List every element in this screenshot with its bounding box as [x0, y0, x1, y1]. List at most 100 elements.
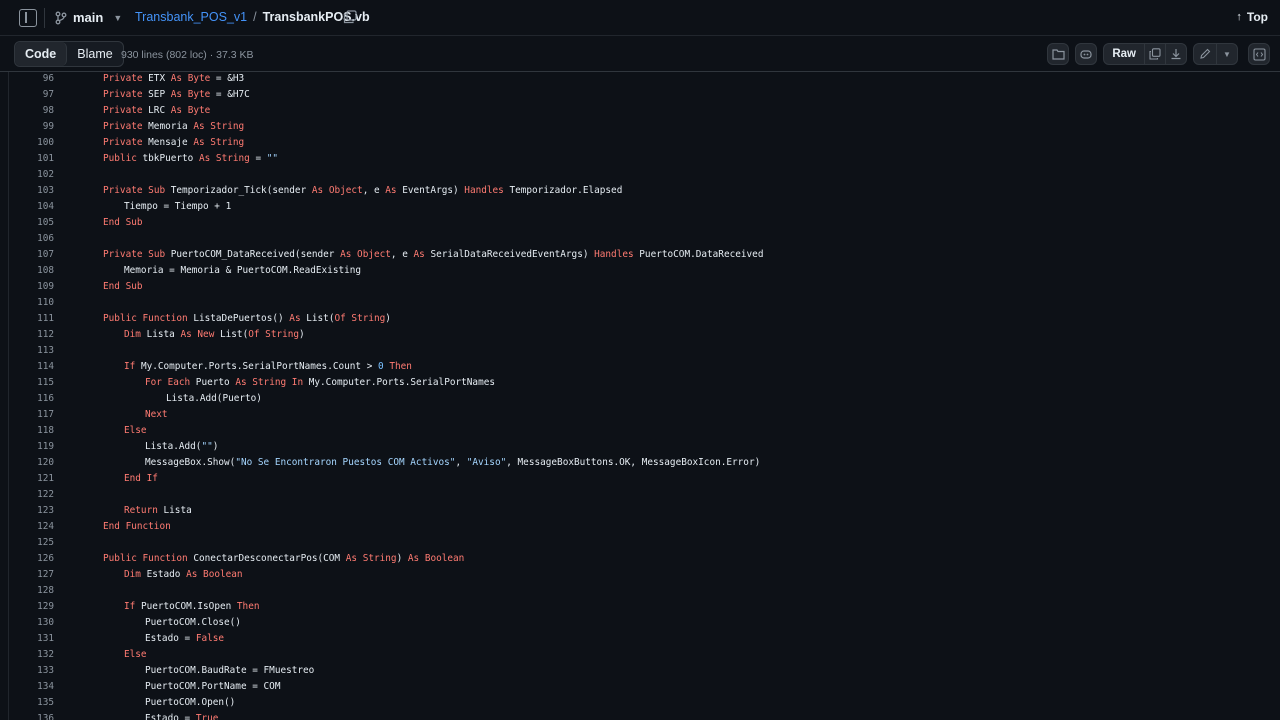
code-token: Estado =: [145, 632, 196, 644]
code-token: Temporizador.Elapsed: [503, 184, 623, 196]
code-token: Public: [103, 312, 137, 324]
copy-icon: [1149, 48, 1161, 60]
tab-blame[interactable]: Blame: [67, 42, 122, 66]
line-number[interactable]: 135: [0, 697, 54, 708]
code-token: As: [345, 552, 358, 564]
copy-path-icon[interactable]: [343, 10, 357, 24]
line-number[interactable]: 129: [0, 601, 54, 612]
code-text: Estado = True: [145, 713, 218, 720]
edit-dropdown-button[interactable]: ▼: [1216, 43, 1238, 65]
tab-code[interactable]: Code: [15, 42, 68, 66]
code-token: Private: [103, 184, 143, 196]
line-number[interactable]: 124: [0, 521, 54, 532]
code-line: 123 Return Lista: [0, 502, 1280, 518]
symbols-panel-button[interactable]: [1248, 43, 1270, 65]
code-text: End Function: [103, 521, 171, 532]
line-number[interactable]: 132: [0, 649, 54, 660]
code-token: As: [413, 248, 425, 260]
line-number[interactable]: 128: [0, 585, 54, 596]
line-number[interactable]: 104: [0, 201, 54, 212]
code-text: Private Memoria As String: [103, 121, 244, 132]
line-number[interactable]: 105: [0, 217, 54, 228]
line-number[interactable]: 123: [0, 505, 54, 516]
line-number[interactable]: 110: [0, 297, 54, 308]
open-symbols-panel-button[interactable]: [1047, 43, 1070, 65]
line-number[interactable]: 117: [0, 409, 54, 420]
line-number[interactable]: 112: [0, 329, 54, 340]
line-number[interactable]: 119: [0, 441, 54, 452]
code-text: Lista.Add(""): [145, 441, 218, 452]
line-number[interactable]: 101: [0, 153, 54, 164]
raw-button[interactable]: Raw: [1103, 43, 1145, 65]
code-token: Mensaje: [142, 136, 194, 148]
code-text: Return Lista: [124, 505, 192, 516]
line-number[interactable]: 111: [0, 313, 54, 324]
code-text: Tiempo = Tiempo + 1: [124, 201, 231, 212]
line-number[interactable]: 131: [0, 633, 54, 644]
code-token: ListaDePuertos(): [187, 312, 290, 324]
line-number[interactable]: 125: [0, 537, 54, 548]
sidebar-toggle-icon[interactable]: [19, 9, 37, 27]
line-number[interactable]: 116: [0, 393, 54, 404]
copilot-button[interactable]: [1075, 43, 1098, 65]
panel-icon: [1252, 47, 1266, 61]
code-token: Puerto: [190, 376, 236, 388]
line-number[interactable]: 98: [0, 105, 54, 116]
top-bar: main ▼ Transbank_POS_v1 / TransbankPOS.v…: [0, 0, 1280, 36]
code-line: 105 End Sub: [0, 214, 1280, 230]
line-number[interactable]: 134: [0, 681, 54, 692]
code-line: 124 End Function: [0, 518, 1280, 534]
code-token: ETX: [142, 72, 171, 84]
line-number[interactable]: 99: [0, 121, 54, 132]
line-number[interactable]: 130: [0, 617, 54, 628]
line-number[interactable]: 102: [0, 169, 54, 180]
code-token: As: [170, 72, 183, 84]
code-token: Estado: [140, 568, 187, 580]
line-number[interactable]: 107: [0, 249, 54, 260]
line-number[interactable]: 114: [0, 361, 54, 372]
code-line: 116 Lista.Add(Puerto): [0, 390, 1280, 406]
line-number[interactable]: 127: [0, 569, 54, 580]
copy-raw-button[interactable]: [1144, 43, 1166, 65]
folder-icon: [1052, 49, 1065, 60]
line-number[interactable]: 100: [0, 137, 54, 148]
line-number[interactable]: 121: [0, 473, 54, 484]
code-token: Tiempo = Tiempo + 1: [124, 200, 232, 212]
line-number[interactable]: 103: [0, 185, 54, 196]
code-text: Else: [124, 649, 147, 660]
code-token: Object: [328, 184, 363, 196]
branch-selector-button[interactable]: main ▼: [49, 5, 127, 30]
code-text: Lista.Add(Puerto): [166, 393, 262, 404]
download-button[interactable]: [1165, 43, 1187, 65]
code-token: As: [198, 152, 211, 164]
line-number[interactable]: 108: [0, 265, 54, 276]
line-number[interactable]: 115: [0, 377, 54, 388]
line-number[interactable]: 106: [0, 233, 54, 244]
line-number[interactable]: 113: [0, 345, 54, 356]
code-text: PuertoCOM.Close(): [145, 617, 241, 628]
code-line: 132 Else: [0, 646, 1280, 662]
code-token: Memoria = Memoria & PuertoCOM.ReadExisti…: [124, 264, 362, 276]
code-token: As: [311, 184, 324, 196]
line-number[interactable]: 97: [0, 89, 54, 100]
code-token: SEP: [142, 88, 171, 100]
line-number[interactable]: 96: [0, 73, 54, 84]
code-token: Public: [103, 552, 137, 564]
code-token: PuertoCOM.PortName = COM: [145, 680, 281, 692]
back-to-top-link[interactable]: ↑ Top: [1236, 10, 1268, 24]
code-token: Lista.Add(: [145, 440, 202, 452]
breadcrumb-repo-link[interactable]: Transbank_POS_v1: [135, 10, 247, 24]
line-number[interactable]: 118: [0, 425, 54, 436]
line-number[interactable]: 133: [0, 665, 54, 676]
line-number[interactable]: 109: [0, 281, 54, 292]
line-number[interactable]: 120: [0, 457, 54, 468]
code-token: As: [186, 568, 198, 580]
line-number[interactable]: 122: [0, 489, 54, 500]
code-token: Of: [334, 312, 346, 324]
line-number[interactable]: 126: [0, 553, 54, 564]
line-number[interactable]: 136: [0, 713, 54, 720]
code-token: Private: [103, 72, 143, 84]
code-token: Sub: [148, 184, 166, 196]
code-token: Lista.Add(Puerto): [166, 392, 262, 404]
edit-button[interactable]: [1193, 43, 1217, 65]
